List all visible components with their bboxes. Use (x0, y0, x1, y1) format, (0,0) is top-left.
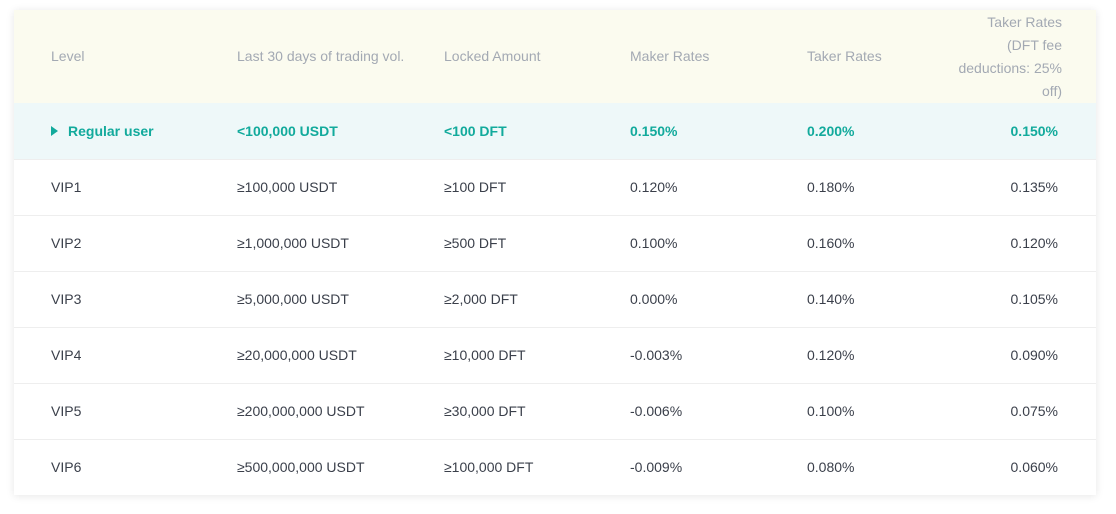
cell-level: VIP3 (51, 291, 82, 307)
table-header: Level Last 30 days of trading vol. Locke… (14, 10, 1096, 103)
cell-taker-dft: 0.135% (1010, 179, 1058, 195)
cell-level: VIP5 (51, 403, 82, 419)
cell-maker: -0.009% (630, 459, 683, 476)
cell-taker: 0.140% (807, 291, 855, 307)
caret-right-icon (51, 126, 58, 137)
cell-level: VIP6 (51, 459, 82, 476)
table-row: VIP4 ≥20,000,000 USDT ≥10,000 DFT -0.003… (14, 327, 1096, 383)
table-row: VIP3 ≥5,000,000 USDT ≥2,000 DFT 0.000% 0… (14, 271, 1096, 327)
header-taker-dft-line: deductions: 25% (958, 59, 1062, 76)
table-row: VIP5 ≥200,000,000 USDT ≥30,000 DFT -0.00… (14, 383, 1096, 439)
level-label: Regular user (68, 122, 154, 139)
table-body: Regular user <100,000 USDT <100 DFT 0.15… (14, 103, 1096, 495)
cell-level: VIP1 (51, 179, 82, 195)
cell-locked: ≥10,000 DFT (444, 347, 526, 363)
cell-maker: 0.000% (630, 291, 678, 307)
cell-volume: ≥500,000,000 USDT (237, 459, 365, 476)
header-taker-dft-line: (DFT fee (1007, 36, 1062, 53)
cell-maker: 0.150% (630, 122, 678, 139)
cell-locked: ≥100 DFT (444, 179, 507, 195)
cell-volume: ≥20,000,000 USDT (237, 347, 357, 363)
header-row: Level Last 30 days of trading vol. Locke… (14, 10, 1096, 103)
header-maker-rates: Maker Rates (630, 48, 710, 64)
header-taker-rates: Taker Rates (807, 48, 882, 64)
fee-rate-table: Level Last 30 days of trading vol. Locke… (14, 10, 1096, 495)
header-taker-dft-line: Taker Rates (987, 13, 1062, 30)
cell-locked: ≥500 DFT (444, 235, 507, 251)
cell-level: Regular user (14, 103, 237, 159)
cell-level: VIP4 (51, 347, 82, 363)
cell-locked: ≥2,000 DFT (444, 291, 518, 307)
table-row: VIP2 ≥1,000,000 USDT ≥500 DFT 0.100% 0.1… (14, 215, 1096, 271)
cell-volume: ≥100,000 USDT (237, 179, 338, 195)
cell-taker: 0.120% (807, 347, 855, 363)
cell-volume: ≥5,000,000 USDT (237, 291, 349, 307)
header-trading-volume: Last 30 days of trading vol. (237, 48, 405, 64)
cell-locked: <100 DFT (444, 122, 507, 139)
header-taker-dft-line: off) (1042, 82, 1062, 99)
cell-volume: ≥1,000,000 USDT (237, 235, 349, 251)
header-taker-rates-dft: Taker Rates (DFT fee deductions: 25% off… (937, 10, 1096, 103)
cell-volume: ≥200,000,000 USDT (237, 403, 365, 419)
cell-taker-dft: 0.105% (1010, 291, 1058, 307)
cell-maker: -0.003% (630, 347, 683, 363)
fee-rate-table-card: Level Last 30 days of trading vol. Locke… (14, 10, 1096, 495)
cell-maker: 0.100% (630, 235, 678, 251)
header-locked-amount: Locked Amount (444, 48, 541, 64)
cell-locked: ≥30,000 DFT (444, 403, 526, 419)
cell-taker-dft: 0.150% (1010, 122, 1058, 139)
cell-taker-dft: 0.075% (1010, 403, 1058, 419)
cell-taker-dft: 0.120% (1010, 235, 1058, 251)
table-row: VIP6 ≥500,000,000 USDT ≥100,000 DFT -0.0… (14, 439, 1096, 495)
cell-taker: 0.080% (807, 459, 855, 476)
cell-taker: 0.160% (807, 235, 855, 251)
cell-taker: 0.200% (807, 122, 855, 139)
cell-taker: 0.100% (807, 403, 855, 419)
cell-volume: <100,000 USDT (237, 122, 338, 139)
cell-locked: ≥100,000 DFT (444, 459, 534, 476)
table-row: VIP1 ≥100,000 USDT ≥100 DFT 0.120% 0.180… (14, 159, 1096, 215)
header-level: Level (51, 48, 85, 64)
table-row-current-level: Regular user <100,000 USDT <100 DFT 0.15… (14, 103, 1096, 159)
cell-taker-dft: 0.060% (1010, 459, 1058, 476)
cell-level: VIP2 (51, 235, 82, 251)
cell-maker: 0.120% (630, 179, 678, 195)
cell-maker: -0.006% (630, 403, 683, 419)
cell-taker-dft: 0.090% (1010, 347, 1058, 363)
cell-taker: 0.180% (807, 179, 855, 195)
